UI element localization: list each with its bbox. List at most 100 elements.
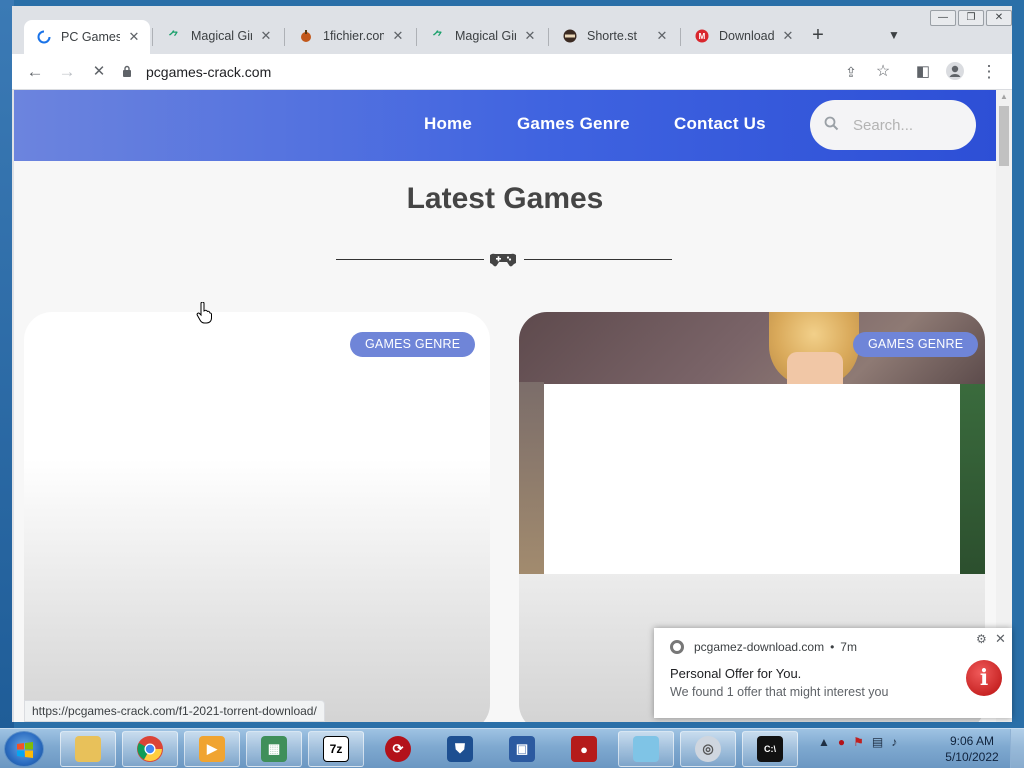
browser-toolbar: ← → ✕ pcgames-crack.com ⇪ ☆ ◧ ⋮ — [12, 54, 1012, 90]
tab-download[interactable]: M Download - ✕ — [682, 20, 804, 52]
restore-button[interactable]: ❐ — [958, 10, 984, 26]
section-title: Latest Games — [406, 182, 604, 215]
game-card[interactable]: GAMES GENRE — [24, 312, 490, 722]
scroll-thumb[interactable] — [999, 106, 1009, 166]
folder-icon — [75, 736, 101, 762]
thumbnail-scenery — [519, 382, 544, 574]
cmd-icon: C:\ — [757, 736, 783, 762]
tray-game-booster-icon[interactable]: ● — [838, 735, 845, 749]
genre-badge[interactable]: GAMES GENRE — [853, 332, 979, 357]
taskbar-explorer[interactable] — [60, 731, 116, 767]
tab-1fichier[interactable]: 1fichier.com ✕ — [286, 20, 414, 52]
clock-date: 5/10/2022 — [945, 750, 999, 764]
taskbar-clock[interactable]: 9:06 AM 5/10/2022 — [942, 733, 1002, 765]
notification-site: pcgamez-download.com — [694, 640, 825, 654]
tab-title: PC Games C — [61, 30, 120, 44]
taskbar-photo[interactable]: ▣ — [494, 731, 550, 767]
notepad-icon — [633, 736, 659, 762]
close-tab-icon[interactable]: ✕ — [258, 28, 274, 44]
gear-icon[interactable]: ⚙ — [976, 632, 987, 646]
taskbar-notepad[interactable] — [618, 731, 674, 767]
7zip-icon: 7z — [323, 736, 349, 762]
push-notification[interactable]: pcgamez-download.com • 7m ⚙ ✕ Personal O… — [654, 628, 1012, 718]
scroll-up-arrow-icon[interactable]: ▲ — [996, 90, 1012, 104]
close-window-button[interactable]: ✕ — [986, 10, 1012, 26]
tab-search-chevron-icon[interactable]: ▼ — [884, 25, 904, 45]
forward-arrow-icon[interactable]: → — [56, 61, 78, 83]
tab-title: 1fichier.com — [323, 29, 384, 43]
windows-logo-icon — [17, 742, 33, 758]
system-tray: ▲ ● ⚑ ▤ ♪ — [818, 735, 897, 749]
tab-shortest[interactable]: Shorte.st ✕ — [550, 20, 678, 52]
mega-icon: M — [694, 28, 710, 44]
tray-volume-icon[interactable]: ♪ — [891, 735, 897, 749]
search-icon — [824, 116, 839, 135]
tab-separator — [680, 28, 681, 46]
stop-loading-icon[interactable]: ✕ — [88, 61, 110, 83]
tray-expand-icon[interactable]: ▲ — [818, 735, 830, 749]
tray-network-icon[interactable]: ▤ — [872, 735, 883, 749]
taskbar-vpn[interactable]: ⛊ — [432, 731, 488, 767]
close-tab-icon[interactable]: ✕ — [126, 29, 142, 45]
network-icon: ▦ — [261, 736, 287, 762]
tab-separator — [548, 28, 549, 46]
divider-line — [524, 259, 672, 260]
notification-age: 7m — [840, 640, 857, 654]
close-icon[interactable]: ✕ — [995, 631, 1006, 647]
tab-title: Shorte.st — [587, 29, 638, 43]
taskbar-chrome[interactable] — [122, 731, 178, 767]
tab-strip: PC Games C ✕ ⺈ Magical Girl ✕ 1fichier.c… — [12, 6, 1012, 54]
close-tab-icon[interactable]: ✕ — [654, 28, 670, 44]
taskbar-network[interactable]: ▦ — [246, 731, 302, 767]
tab-magical-girl-1[interactable]: ⺈ Magical Girl ✕ — [154, 20, 282, 52]
window-controls: — ❐ ✕ — [930, 10, 1012, 26]
1fichier-icon — [298, 28, 314, 44]
notification-title: Personal Offer for You. — [670, 666, 802, 681]
address-bar[interactable]: pcgames-crack.com — [122, 58, 852, 86]
title-divider — [336, 250, 672, 270]
taskbar-dvd[interactable]: ◎ — [680, 731, 736, 767]
taskbar-video-recorder[interactable]: ● — [556, 731, 612, 767]
taskbar-7zip[interactable]: 7z — [308, 731, 364, 767]
site-search[interactable] — [810, 100, 976, 150]
tab-title: Download - — [719, 29, 774, 43]
bookmark-star-icon[interactable]: ☆ — [872, 61, 894, 83]
start-button[interactable] — [4, 731, 44, 767]
site-header: Home Games Genre Contact Us — [14, 90, 996, 161]
side-panel-icon[interactable]: ◧ — [912, 61, 934, 83]
tab-pc-games[interactable]: PC Games C ✕ — [24, 20, 150, 54]
profile-avatar-icon[interactable] — [944, 61, 966, 83]
minimize-button[interactable]: — — [930, 10, 956, 26]
taskbar-cmd[interactable]: C:\ — [742, 731, 798, 767]
genre-badge[interactable]: GAMES GENRE — [350, 332, 476, 357]
clock-time: 9:06 AM — [949, 734, 995, 748]
magical-girl-icon: ⺈ — [168, 31, 180, 43]
photo-icon: ▣ — [509, 736, 535, 762]
menu-kebab-icon[interactable]: ⋮ — [978, 61, 1000, 83]
close-tab-icon[interactable]: ✕ — [522, 28, 538, 44]
shortest-icon — [562, 28, 578, 44]
media-player-icon: ▶ — [199, 736, 225, 762]
new-tab-button[interactable]: + — [806, 24, 830, 48]
chrome-window: PC Games C ✕ ⺈ Magical Girl ✕ 1fichier.c… — [12, 6, 1012, 722]
search-input[interactable] — [853, 116, 953, 134]
separator-dot: • — [830, 640, 835, 654]
close-tab-icon[interactable]: ✕ — [780, 28, 796, 44]
lock-icon[interactable] — [122, 65, 136, 80]
taskbar-media-player[interactable]: ▶ — [184, 731, 240, 767]
thumbnail-character-face — [787, 352, 843, 386]
nav-contact-us[interactable]: Contact Us — [674, 114, 766, 134]
taskbar-game-booster[interactable]: ⟳ — [370, 731, 426, 767]
tab-magical-girl-2[interactable]: ⺈ Magical Girl ✕ — [418, 20, 546, 52]
chrome-icon — [137, 736, 163, 762]
notification-origin: pcgamez-download.com • 7m — [670, 640, 857, 654]
nav-games-genre[interactable]: Games Genre — [517, 114, 630, 134]
show-desktop-button[interactable] — [1010, 729, 1024, 768]
gamepad-icon — [490, 253, 516, 267]
nav-home[interactable]: Home — [424, 114, 472, 134]
tray-action-center-icon[interactable]: ⚑ — [853, 735, 864, 749]
back-arrow-icon[interactable]: ← — [24, 61, 46, 83]
close-tab-icon[interactable]: ✕ — [390, 28, 406, 44]
hand-cursor-icon — [196, 302, 212, 324]
share-icon[interactable]: ⇪ — [840, 61, 862, 83]
